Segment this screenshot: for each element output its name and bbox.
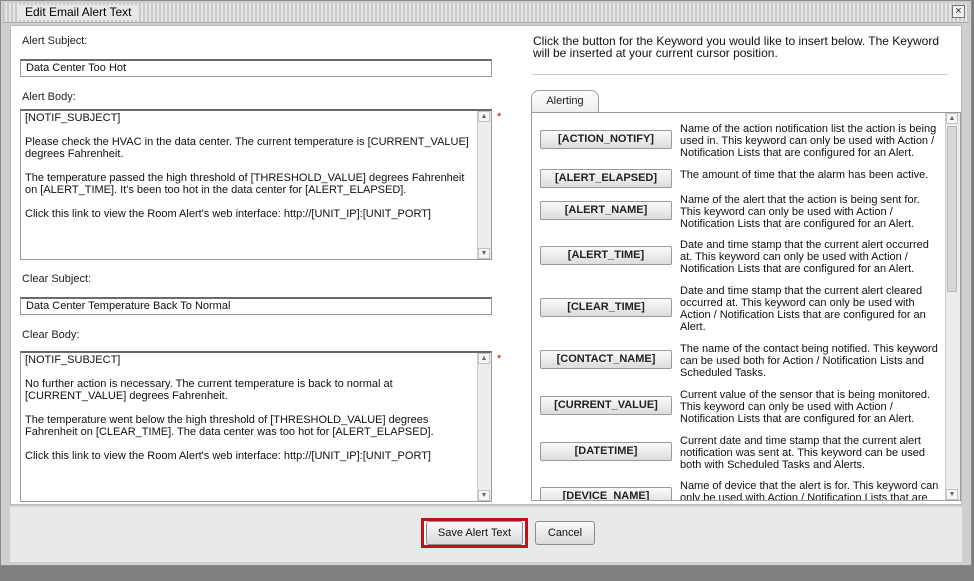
keyword-button-clear-time[interactable]: [CLEAR_TIME] bbox=[540, 298, 672, 317]
keyword-description: Date and time stamp that the current ale… bbox=[680, 285, 926, 333]
keyword-list-scrollbar[interactable]: ▲ ▼ bbox=[945, 113, 960, 500]
scroll-down-icon[interactable]: ▼ bbox=[478, 490, 490, 501]
alert-body-scrollbar[interactable]: ▲ ▼ bbox=[477, 111, 491, 259]
divider bbox=[532, 74, 948, 75]
keyword-description: Date and time stamp that the current ale… bbox=[680, 239, 929, 275]
keyword-button-alert-name[interactable]: [ALERT_NAME] bbox=[540, 201, 672, 220]
dialog-content: Alert Subject: Data Center Too Hot Alert… bbox=[10, 25, 962, 505]
alert-body-text[interactable]: [NOTIF_SUBJECT] Please check the HVAC in… bbox=[25, 112, 475, 257]
alert-subject-label: Alert Subject: bbox=[22, 35, 88, 47]
alert-body-textarea[interactable]: [NOTIF_SUBJECT] Please check the HVAC in… bbox=[20, 109, 492, 260]
keyword-description: The amount of time that the alarm has be… bbox=[680, 169, 929, 181]
dialog-title: Edit Email Alert Text bbox=[19, 5, 138, 20]
scroll-up-icon[interactable]: ▲ bbox=[478, 111, 490, 122]
keyword-description: Name of the action notification list the… bbox=[680, 123, 937, 159]
clear-subject-label: Clear Subject: bbox=[22, 273, 92, 285]
close-icon[interactable]: × bbox=[952, 5, 965, 18]
keyword-description: Current value of the sensor that is bein… bbox=[680, 389, 931, 425]
clear-body-scrollbar[interactable]: ▲ ▼ bbox=[477, 353, 491, 501]
keyword-button-contact-name[interactable]: [CONTACT_NAME] bbox=[540, 350, 672, 369]
keyword-list-panel: [ACTION_NOTIFY] Name of the action notif… bbox=[531, 112, 961, 501]
edit-email-alert-dialog: Edit Email Alert Text × Alert Subject: D… bbox=[0, 0, 972, 566]
tab-alerting[interactable]: Alerting bbox=[531, 90, 599, 113]
keyword-button-alert-time[interactable]: [ALERT_TIME] bbox=[540, 246, 672, 265]
scroll-up-icon[interactable]: ▲ bbox=[478, 353, 490, 364]
scrollbar-thumb[interactable] bbox=[947, 126, 957, 292]
clear-body-text[interactable]: [NOTIF_SUBJECT] No further action is nec… bbox=[25, 354, 475, 499]
keyword-button-current-value[interactable]: [CURRENT_VALUE] bbox=[540, 396, 672, 415]
clear-body-textarea[interactable]: [NOTIF_SUBJECT] No further action is nec… bbox=[20, 351, 492, 502]
save-button-highlight: Save Alert Text bbox=[421, 518, 528, 548]
scroll-down-icon[interactable]: ▼ bbox=[946, 489, 958, 500]
keyword-description: Name of the alert that the action is bei… bbox=[680, 194, 920, 230]
scroll-up-icon[interactable]: ▲ bbox=[946, 113, 958, 124]
required-marker: * bbox=[497, 353, 502, 365]
keyword-button-alert-elapsed[interactable]: [ALERT_ELAPSED] bbox=[540, 169, 672, 188]
keyword-description: Current date and time stamp that the cur… bbox=[680, 435, 925, 471]
scroll-down-icon[interactable]: ▼ bbox=[478, 248, 490, 259]
clear-subject-input[interactable]: Data Center Temperature Back To Normal bbox=[20, 297, 492, 315]
keyword-button-action-notify[interactable]: [ACTION_NOTIFY] bbox=[540, 130, 672, 149]
keyword-description: Name of device that the alert is for. Th… bbox=[680, 480, 939, 501]
dialog-titlebar[interactable]: Edit Email Alert Text × bbox=[3, 3, 969, 23]
alert-subject-input[interactable]: Data Center Too Hot bbox=[20, 59, 492, 77]
clear-body-label: Clear Body: bbox=[22, 329, 80, 341]
keyword-button-datetime[interactable]: [DATETIME] bbox=[540, 442, 672, 461]
keyword-instructions: Click the button for the Keyword you wou… bbox=[533, 34, 939, 60]
keyword-description: The name of the contact being notified. … bbox=[680, 343, 938, 379]
cancel-button[interactable]: Cancel bbox=[535, 521, 595, 545]
save-alert-text-button[interactable]: Save Alert Text bbox=[426, 521, 523, 545]
keyword-button-device-name[interactable]: [DEVICE_NAME] bbox=[540, 487, 672, 500]
alert-body-label: Alert Body: bbox=[22, 91, 76, 103]
required-marker: * bbox=[497, 111, 502, 123]
